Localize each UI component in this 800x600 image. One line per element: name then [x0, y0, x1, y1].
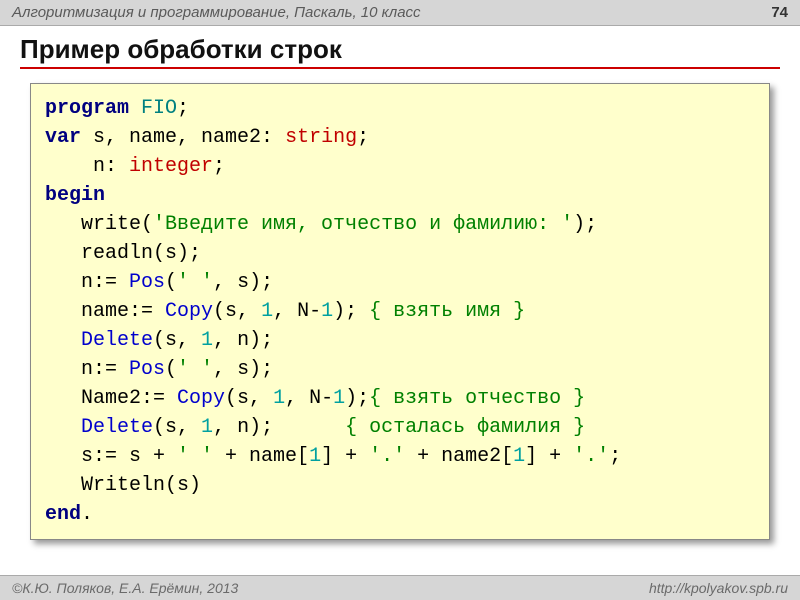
code-text: , N-	[273, 300, 321, 323]
function: Delete	[81, 416, 153, 439]
code-text: ;	[357, 126, 369, 149]
code-text: , s);	[213, 358, 273, 381]
string: '.'	[573, 445, 609, 468]
comment: { взять отчество }	[369, 387, 585, 410]
code-text: ] +	[525, 445, 573, 468]
number: 1	[201, 329, 213, 352]
number: 1	[333, 387, 345, 410]
number: 1	[201, 416, 213, 439]
code-text: (	[165, 358, 177, 381]
title-section: Пример обработки строк	[0, 26, 800, 73]
code-text: Writeln(s)	[45, 474, 201, 497]
function: Copy	[177, 387, 225, 410]
code-block: program FIO; var s, name, name2: string;…	[30, 83, 770, 540]
keyword: program	[45, 97, 129, 120]
page-number: 74	[771, 4, 788, 21]
code-text: s, name, name2:	[81, 126, 285, 149]
number: 1	[309, 445, 321, 468]
type: string	[285, 126, 357, 149]
code-text: );	[345, 387, 369, 410]
function: Copy	[165, 300, 213, 323]
keyword: var	[45, 126, 81, 149]
code-text: , N-	[285, 387, 333, 410]
identifier: FIO	[141, 97, 177, 120]
code-text: ;	[609, 445, 621, 468]
string: ' '	[177, 358, 213, 381]
keyword: end	[45, 503, 81, 526]
code-text: + name[	[213, 445, 309, 468]
code-text: readln(s);	[45, 242, 201, 265]
code-text: (s,	[225, 387, 273, 410]
function: Pos	[129, 358, 165, 381]
code-text: ;	[177, 97, 189, 120]
slide-title: Пример обработки строк	[20, 34, 780, 69]
code-text: .	[81, 503, 93, 526]
code-text: s:= s +	[45, 445, 177, 468]
code-text: Name2:=	[45, 387, 177, 410]
function: Delete	[81, 329, 153, 352]
number: 1	[321, 300, 333, 323]
code-text: , n);	[213, 416, 345, 439]
code-text: (s,	[213, 300, 261, 323]
code-text: (s,	[153, 416, 201, 439]
code-text: + name2[	[405, 445, 513, 468]
code-text: (s,	[153, 329, 201, 352]
slide-footer: ©К.Ю. Поляков, Е.А. Ерёмин, 2013 http://…	[0, 575, 800, 600]
copyright: ©К.Ю. Поляков, Е.А. Ерёмин, 2013	[12, 580, 238, 596]
slide-header: Алгоритмизация и программирование, Паска…	[0, 0, 800, 26]
string: '.'	[369, 445, 405, 468]
code-text: );	[573, 213, 597, 236]
function: Pos	[129, 271, 165, 294]
number: 1	[261, 300, 273, 323]
comment: { осталась фамилия }	[345, 416, 585, 439]
code-text: n:=	[45, 358, 129, 381]
source-url: http://kpolyakov.spb.ru	[649, 580, 788, 596]
keyword: begin	[45, 184, 105, 207]
number: 1	[513, 445, 525, 468]
string: ' '	[177, 271, 213, 294]
code-text: ;	[213, 155, 225, 178]
course-title: Алгоритмизация и программирование, Паска…	[12, 4, 421, 21]
code-text: n:	[45, 155, 129, 178]
code-text	[45, 329, 81, 352]
comment: { взять имя }	[369, 300, 525, 323]
code-text: , s);	[213, 271, 273, 294]
code-text: n:=	[45, 271, 129, 294]
code-text	[45, 416, 81, 439]
string: ' '	[177, 445, 213, 468]
code-text: name:=	[45, 300, 165, 323]
number: 1	[273, 387, 285, 410]
code-text: ] +	[321, 445, 369, 468]
code-text: (	[165, 271, 177, 294]
string: 'Введите имя, отчество и фамилию: '	[153, 213, 573, 236]
type: integer	[129, 155, 213, 178]
code-text: write(	[45, 213, 153, 236]
code-text: , n);	[213, 329, 273, 352]
code-text: );	[333, 300, 369, 323]
